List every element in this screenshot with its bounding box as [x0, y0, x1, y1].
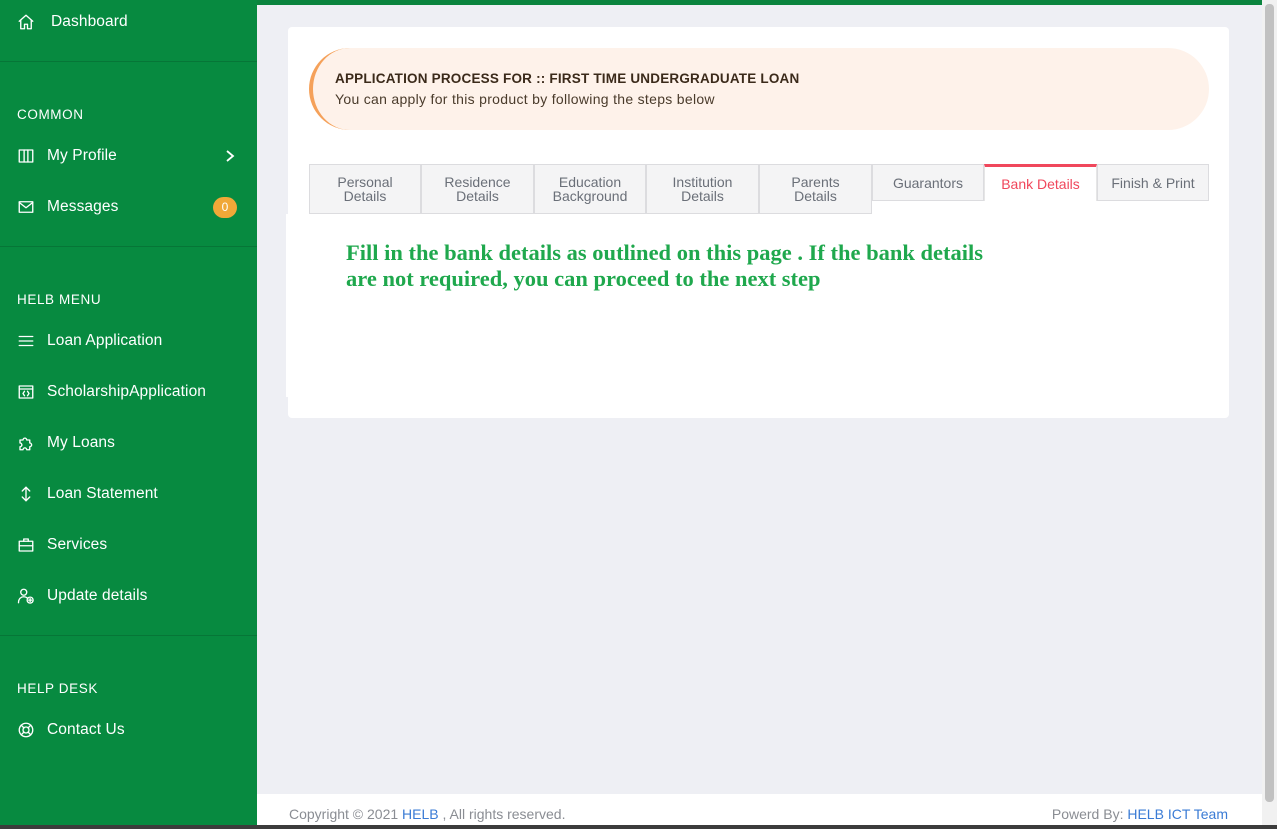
tab-education-background[interactable]: Education Background [534, 164, 646, 214]
sidebar-item-label: Contact Us [47, 721, 125, 738]
sidebar-divider [0, 61, 257, 62]
home-icon [16, 13, 35, 32]
tab-bank-details[interactable]: Bank Details [984, 164, 1097, 201]
powered-by-text: Powerd By: HELB ICT Team [1052, 806, 1228, 822]
sidebar-item-my-profile[interactable]: My Profile [0, 139, 257, 173]
copyright-text: Copyright © 2021 HELB , All rights reser… [289, 806, 565, 822]
arrows-vertical-icon [16, 485, 35, 504]
sidebar-item-label: ScholarshipApplication [47, 383, 207, 400]
bank-details-instruction: Fill in the bank details as outlined on … [346, 240, 984, 291]
helb-ict-team-link[interactable]: HELB ICT Team [1127, 806, 1228, 822]
section-heading-help-desk: HELP DESK [17, 681, 98, 696]
chevron-right-icon [224, 149, 236, 163]
section-heading-helb-menu: HELB MENU [17, 292, 102, 307]
section-heading-common: COMMON [17, 107, 84, 122]
vertical-scrollbar[interactable] [1262, 0, 1277, 829]
sidebar-divider [0, 246, 257, 247]
tab-label-line: Background [552, 188, 628, 204]
copyright-suffix: , All rights reserved. [442, 806, 566, 822]
powered-by-prefix: Powerd By: [1051, 806, 1124, 822]
code-window-icon [16, 383, 35, 402]
puzzle-icon [16, 434, 35, 453]
columns-icon [16, 147, 35, 166]
tab-personal-details[interactable]: Personal Details [309, 164, 421, 214]
sidebar-divider [0, 635, 257, 636]
sidebar-item-dashboard[interactable]: Dashboard [0, 5, 257, 39]
sidebar-item-services[interactable]: Services [0, 528, 257, 562]
mail-icon [16, 198, 35, 217]
briefcase-icon [16, 536, 35, 555]
lifebuoy-icon [16, 721, 35, 740]
tab-label-line: Details [343, 188, 387, 204]
sidebar-item-scholarship-application[interactable]: ScholarshipApplication [0, 375, 257, 409]
tab-label: Bank Details [1001, 176, 1080, 192]
tab-guarantors[interactable]: Guarantors [872, 164, 984, 201]
application-process-alert: APPLICATION PROCESS FOR :: FIRST TIME UN… [309, 48, 1209, 130]
alert-title: APPLICATION PROCESS FOR :: FIRST TIME UN… [335, 71, 800, 86]
sidebar-item-label: Loan Statement [47, 485, 158, 502]
sidebar-item-loan-statement[interactable]: Loan Statement [0, 477, 257, 511]
menu-lines-icon [16, 332, 35, 351]
tab-label: Guarantors [892, 174, 964, 191]
sidebar-item-label: My Loans [47, 434, 115, 451]
message-count-badge: 0 [213, 196, 237, 218]
tab-label: Finish & Print [1111, 174, 1195, 191]
sidebar: Dashboard COMMON My Profile Messages 0 H… [0, 0, 257, 829]
tab-finish-print[interactable]: Finish & Print [1097, 164, 1209, 201]
alert-subtitle: You can apply for this product by follow… [335, 91, 715, 107]
sidebar-item-label: Update details [47, 587, 148, 604]
tab-parents-details[interactable]: Parents Details [759, 164, 872, 214]
sidebar-item-label: Messages [47, 198, 119, 215]
sidebar-item-contact-us[interactable]: Contact Us [0, 713, 257, 747]
tab-residence-details[interactable]: Residence Details [421, 164, 534, 214]
copyright-prefix: Copyright © 2021 [289, 806, 399, 822]
sidebar-item-label: My Profile [47, 147, 117, 164]
tab-label-line: Details [681, 188, 724, 204]
sidebar-item-label: Loan Application [47, 332, 163, 349]
sidebar-item-messages[interactable]: Messages 0 [0, 190, 257, 224]
sidebar-item-label: Services [47, 536, 108, 553]
window-bottom-edge [0, 825, 1277, 829]
sidebar-item-label: Dashboard [51, 13, 128, 30]
tab-label-line: Details [456, 188, 499, 204]
sidebar-item-update-details[interactable]: Update details [0, 579, 257, 613]
tab-institution-details[interactable]: Institution Details [646, 164, 759, 214]
sidebar-item-my-loans[interactable]: My Loans [0, 426, 257, 460]
scrollbar-thumb[interactable] [1265, 4, 1274, 802]
sidebar-item-loan-application[interactable]: Loan Application [0, 324, 257, 358]
user-plus-icon [16, 587, 35, 606]
footer: Copyright © 2021 HELB , All rights reser… [257, 794, 1262, 825]
helb-link[interactable]: HELB [402, 806, 439, 822]
tab-label-line: Details [794, 188, 837, 204]
